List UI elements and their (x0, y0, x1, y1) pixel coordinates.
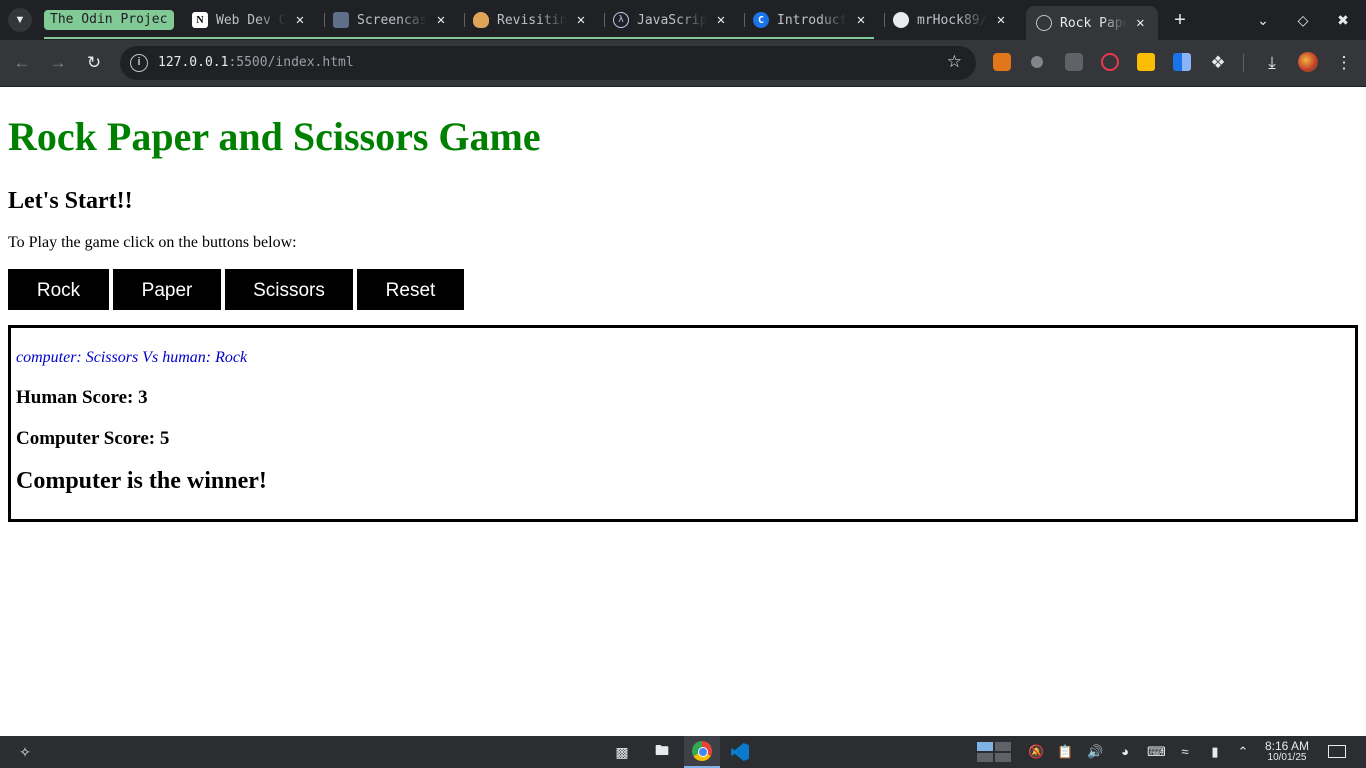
tab-search-chevron-icon[interactable]: ▼ (8, 8, 32, 32)
tab-list-chevron-icon[interactable]: ⌄ (1251, 8, 1275, 32)
instructions-text: To Play the game click on the buttons be… (8, 234, 297, 251)
tab-web-dev[interactable]: N Web Dev C ✕ (192, 6, 308, 34)
tab-rock-paper-active[interactable]: Rock Pape ✕ (1026, 6, 1158, 40)
close-icon[interactable]: ✕ (292, 12, 308, 28)
tab-title: Introduct (777, 12, 847, 28)
files-app-icon[interactable]: 🖿 (644, 736, 680, 768)
url-text[interactable]: 127.0.0.1:5500/index.html (158, 55, 354, 70)
keyboard-layout-icon[interactable]: ⌨ (1147, 744, 1166, 760)
tab-revisiting[interactable]: Revisitin ✕ (473, 6, 589, 34)
notifications-off-icon[interactable]: 🔕 (1028, 744, 1044, 760)
window-close-icon[interactable]: ✖ (1331, 8, 1355, 32)
tab-screencast[interactable]: Screencas ✕ (333, 6, 449, 34)
yellow-extension-icon[interactable] (1137, 53, 1155, 71)
winner-announcement: Computer is the winner! (16, 468, 267, 494)
tab-github[interactable]: mrHock89/ ✕ (893, 6, 1009, 34)
tab-group-odin-project[interactable]: The Odin Projec (44, 10, 174, 30)
chrome-app-icon[interactable] (684, 736, 720, 768)
diamond-icon[interactable]: ◇ (1291, 8, 1315, 32)
address-bar[interactable]: i 127.0.0.1:5500/index.html ☆ (120, 46, 976, 80)
forward-arrow-icon[interactable]: → (46, 51, 70, 75)
tab-separator (324, 13, 325, 27)
site-info-icon[interactable]: i (130, 54, 148, 72)
blue-extension-icon[interactable] (1173, 53, 1191, 71)
reset-button[interactable]: Reset (357, 269, 464, 310)
robot-extension-icon[interactable] (1065, 53, 1083, 71)
clock-date: 10/01/25 (1267, 752, 1307, 763)
notion-icon: N (192, 12, 208, 28)
download-icon[interactable]: ⤓ (1260, 51, 1284, 75)
show-desktop-icon[interactable] (1328, 745, 1346, 758)
close-icon[interactable]: ✕ (853, 12, 869, 28)
url-path: :5500/index.html (228, 55, 354, 70)
close-icon[interactable]: ✕ (713, 12, 729, 28)
tab-title: JavaScrip (637, 12, 707, 28)
workspace-switcher-icon[interactable] (976, 741, 1012, 763)
metamask-fox-icon[interactable] (993, 53, 1011, 71)
tab-title: Rock Pape (1060, 15, 1127, 31)
profile-avatar[interactable] (1298, 52, 1318, 72)
clock-time: 8:16 AM (1264, 739, 1310, 753)
computer-score: Computer Score: 5 (16, 428, 170, 449)
tab-title: Revisitin (497, 12, 567, 28)
browser-toolbar: ← → ↻ i 127.0.0.1:5500/index.html ☆ ❖ ⤓ … (0, 40, 1366, 87)
rock-button[interactable]: Rock (8, 269, 109, 310)
tab-introduction[interactable]: C Introduct ✕ (753, 6, 869, 34)
extensions-puzzle-icon[interactable]: ❖ (1206, 51, 1230, 75)
page-content: Rock Paper and Scissors Game Let's Start… (0, 87, 1366, 736)
screencast-icon (333, 12, 349, 28)
tab-separator (744, 13, 745, 27)
power-profile-icon[interactable]: ◕ (1117, 744, 1133, 760)
system-clock[interactable]: 8:16 AM 10/01/25 (1256, 740, 1318, 764)
close-icon[interactable]: ✕ (1133, 15, 1148, 31)
new-tab-plus-icon[interactable]: + (1168, 8, 1192, 32)
bookmark-star-icon[interactable]: ☆ (947, 52, 962, 72)
tab-title: Screencas (357, 12, 427, 28)
github-icon (893, 12, 909, 28)
tab-title: Web Dev C (216, 12, 286, 28)
tab-group-underline (44, 37, 874, 39)
tray-chevron-up-icon[interactable]: ⌃ (1235, 744, 1251, 760)
back-arrow-icon[interactable]: ← (10, 51, 34, 75)
round-result-text: computer: Scissors Vs human: Rock (16, 349, 248, 366)
tab-javascript[interactable]: λ JavaScrip ✕ (613, 6, 729, 34)
close-icon[interactable]: ✕ (433, 12, 449, 28)
lambda-icon: λ (613, 12, 629, 28)
scissors-button[interactable]: Scissors (225, 269, 353, 310)
tab-separator (884, 13, 885, 27)
results-panel: computer: Scissors Vs human: Rock Human … (8, 325, 1358, 522)
extension-gray-icon[interactable] (1031, 56, 1043, 68)
menu-kebab-icon[interactable]: ⋮ (1332, 51, 1356, 75)
clipboard-icon[interactable]: 📋 (1057, 744, 1073, 760)
fox-icon (473, 12, 489, 28)
battery-icon[interactable]: ▮ (1207, 744, 1223, 760)
volume-icon[interactable]: 🔊 (1087, 744, 1103, 760)
paper-button[interactable]: Paper (113, 269, 221, 310)
record-extension-icon[interactable] (1101, 53, 1119, 71)
tab-title: mrHock89/ (917, 12, 987, 28)
launcher-icon[interactable]: ✧ (14, 740, 36, 764)
url-host: 127.0.0.1 (158, 55, 229, 70)
vscode-app-icon[interactable] (722, 736, 758, 768)
reload-icon[interactable]: ↻ (82, 51, 106, 75)
toolbar-divider (1243, 54, 1244, 72)
browser-tab-strip: ▼ The Odin Projec N Web Dev C ✕ Screenca… (0, 0, 1366, 40)
c-logo-icon: C (753, 12, 769, 28)
tab-separator (604, 13, 605, 27)
human-score: Human Score: 3 (16, 387, 148, 408)
os-taskbar: ✧ ▩ 🖿 🔕 📋 🔊 ◕ ⌨ ≈ ▮ ⌃ 8:16 AM 10/01/25 (0, 736, 1366, 768)
terminal-app-icon[interactable]: ▩ (604, 736, 640, 768)
tab-separator (464, 13, 465, 27)
globe-icon (1036, 15, 1052, 31)
close-icon[interactable]: ✕ (993, 12, 1009, 28)
page-title: Rock Paper and Scissors Game (8, 114, 541, 159)
close-icon[interactable]: ✕ (573, 12, 589, 28)
wifi-icon[interactable]: ≈ (1177, 744, 1193, 760)
page-subtitle: Let's Start!! (8, 188, 133, 214)
